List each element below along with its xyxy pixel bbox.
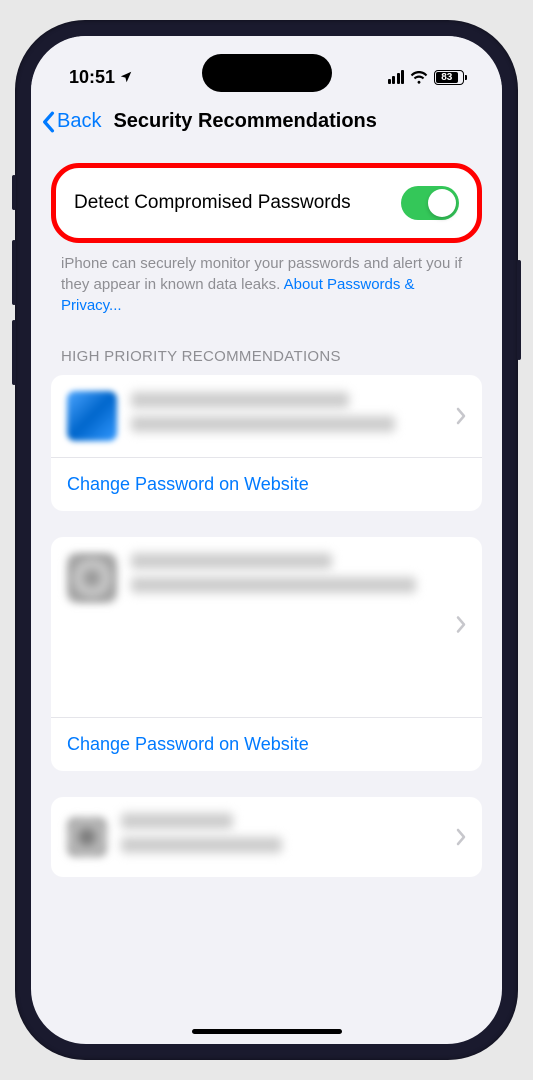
- chevron-left-icon: [41, 111, 55, 133]
- recommendation-row[interactable]: [51, 537, 482, 717]
- detect-footer: iPhone can securely monitor your passwor…: [51, 253, 482, 316]
- chevron-right-icon: [456, 828, 466, 846]
- site-favicon: [67, 391, 117, 441]
- recommendation-card: [51, 797, 482, 877]
- screen: 10:51 83 Back Security Recommendations: [31, 36, 502, 1044]
- site-favicon: [67, 553, 117, 603]
- status-time-group: 10:51: [69, 67, 133, 88]
- side-button: [517, 260, 521, 360]
- side-button: [12, 240, 16, 305]
- cellular-icon: [388, 71, 405, 84]
- side-button: [12, 320, 16, 385]
- side-button: [12, 175, 16, 210]
- toggle-knob: [428, 189, 456, 217]
- back-button[interactable]: Back: [41, 110, 101, 133]
- section-header: HIGH PRIORITY RECOMMENDATIONS: [51, 348, 482, 365]
- battery-level: 83: [436, 72, 458, 83]
- phone-frame: 10:51 83 Back Security Recommendations: [15, 20, 518, 1060]
- change-password-link[interactable]: Change Password on Website: [51, 457, 482, 511]
- recommendation-card: Change Password on Website: [51, 537, 482, 771]
- wifi-icon: [410, 70, 428, 84]
- status-time: 10:51: [69, 67, 115, 88]
- site-favicon: [67, 817, 107, 857]
- nav-bar: Back Security Recommendations: [31, 96, 502, 147]
- location-icon: [119, 70, 133, 84]
- recommendation-card: Change Password on Website: [51, 375, 482, 511]
- redacted-text: [131, 553, 466, 601]
- redacted-text: [131, 392, 442, 440]
- change-password-link[interactable]: Change Password on Website: [51, 717, 482, 771]
- recommendation-row[interactable]: [51, 797, 482, 877]
- redacted-text: [121, 813, 442, 861]
- content: Detect Compromised Passwords iPhone can …: [31, 147, 502, 919]
- dynamic-island: [202, 54, 332, 92]
- detect-compromised-row[interactable]: Detect Compromised Passwords: [51, 163, 482, 243]
- battery-icon: 83: [434, 70, 464, 85]
- page-title: Security Recommendations: [113, 110, 376, 133]
- chevron-right-icon: [456, 616, 466, 634]
- status-icons: 83: [388, 70, 465, 85]
- back-label: Back: [57, 110, 101, 133]
- home-indicator[interactable]: [192, 1029, 342, 1034]
- detect-toggle[interactable]: [401, 186, 459, 220]
- detect-label: Detect Compromised Passwords: [74, 192, 351, 214]
- recommendation-row[interactable]: [51, 375, 482, 457]
- chevron-right-icon: [456, 407, 466, 425]
